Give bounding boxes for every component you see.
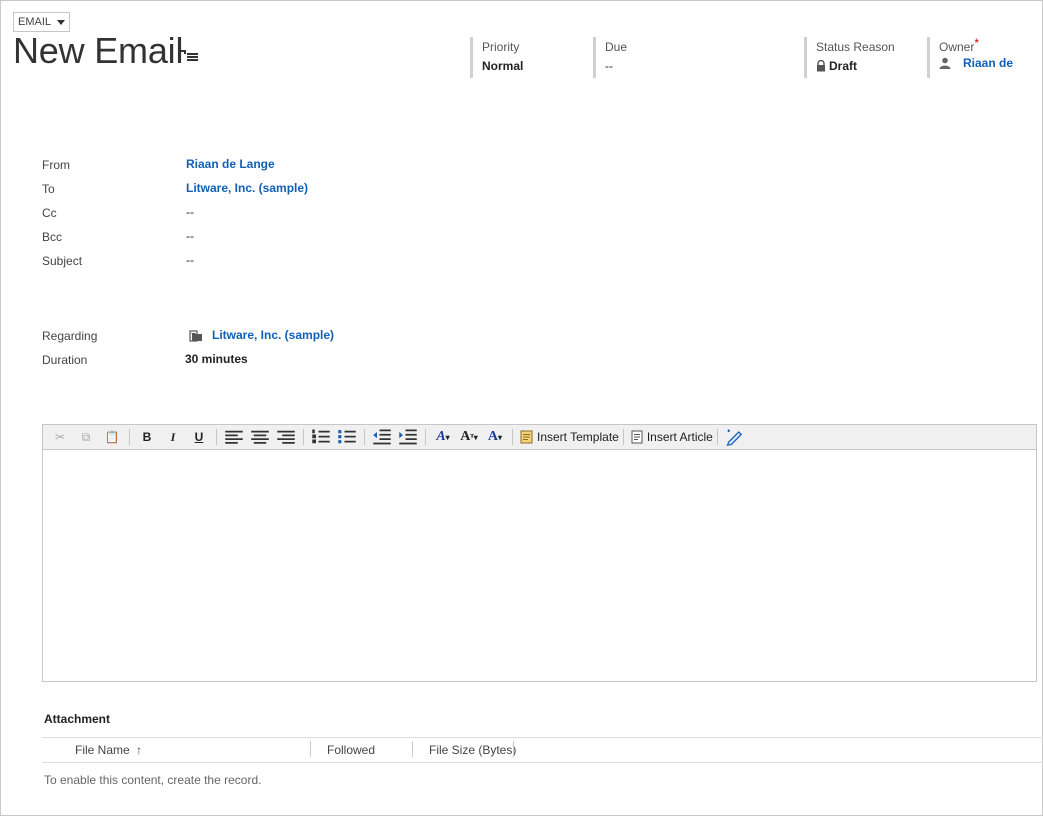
sort-ascending-icon: ↑ [136,743,143,757]
align-left-icon[interactable] [224,428,244,446]
priority-value: Normal [482,59,524,73]
status-reason-label: Status Reason [816,40,895,54]
priority-label: Priority [482,40,520,54]
article-icon [631,430,643,444]
insert-article-label: Insert Article [646,430,713,444]
italic-button[interactable]: I [163,428,183,446]
field-value-subject[interactable]: -- [186,253,194,267]
column-divider[interactable] [412,741,413,757]
owner-label-row: Owner* [939,36,1037,54]
page-title: New Email [13,30,184,71]
status-reason-value: Draft [829,59,858,73]
user-icon [939,57,951,69]
header-status-reason: Status Reason Draft [804,37,924,78]
copy-icon[interactable]: ⧉ [76,428,96,446]
field-value-from[interactable]: Riaan de Lange [186,157,275,171]
column-header-file-size[interactable]: File Size (Bytes) [429,743,516,757]
owner-label: Owner [939,40,975,54]
align-center-icon[interactable] [250,428,270,446]
editor-toolbar: ✂ ⧉ 📋 B I U A ▾ Aᵀ ▾ A ▾ Insert Template In… [43,425,1036,450]
status-reason-field: Draft [816,59,924,73]
field-value-bcc[interactable]: -- [186,229,194,243]
toolbar-divider [364,429,365,445]
toolbar-divider [216,429,217,445]
entity-selector-label: EMAIL [18,16,52,28]
owner-value[interactable]: Riaan de [963,56,1013,70]
field-label-cc: Cc [42,206,57,220]
font-color-icon[interactable]: A ▾ [433,428,453,446]
field-label-from: From [42,158,70,172]
attachment-grid-header: File Name ↑ Followed File Size (Bytes) [42,737,1043,763]
paste-icon[interactable]: 📋 [102,428,122,446]
bullet-list-icon[interactable] [337,428,357,446]
field-value-to[interactable]: Litware, Inc. (sample) [186,181,308,195]
form-menu-icon[interactable] [181,48,199,62]
column-label-file-name: File Name [75,743,130,757]
insert-template-label: Insert Template [537,430,619,444]
account-icon [189,330,202,342]
attachment-empty-message: To enable this content, create the recor… [44,773,262,787]
attachment-section-title: Attachment [44,712,111,726]
toolbar-divider [303,429,304,445]
entity-selector[interactable]: EMAIL [13,12,71,32]
column-header-file-name[interactable]: File Name ↑ [75,743,142,757]
field-label-duration: Duration [42,353,88,367]
font-size-icon[interactable]: Aᵀ ▾ [459,428,479,446]
toolbar-divider [716,429,718,445]
column-header-followed[interactable]: Followed [327,743,375,757]
toolbar-divider [512,429,513,445]
toolbar-divider [425,429,426,445]
align-right-icon[interactable] [276,428,296,446]
column-divider[interactable] [310,741,311,757]
lock-icon [817,60,825,72]
form-frame [0,0,1043,816]
owner-field[interactable]: Riaan de [939,56,1037,70]
numbered-list-icon[interactable] [311,428,331,446]
underline-button[interactable]: U [189,428,209,446]
due-label: Due [605,40,628,54]
toolbar-divider [622,429,624,445]
field-value-regarding[interactable]: Litware, Inc. (sample) [212,328,334,342]
field-label-subject: Subject [42,254,83,268]
email-body-editor[interactable]: ✂ ⧉ 📋 B I U A ▾ Aᵀ ▾ A ▾ Insert Template In… [42,424,1037,682]
insert-signature-icon[interactable] [725,428,745,446]
column-divider[interactable] [513,741,514,757]
field-label-to: To [42,182,55,196]
caret-down-icon [57,19,66,25]
cut-icon[interactable]: ✂ [50,428,70,446]
field-label-bcc: Bcc [42,230,63,244]
template-icon [520,430,533,444]
insert-article-button[interactable]: Insert Article [631,428,713,446]
insert-template-button[interactable]: Insert Template [520,428,619,446]
due-value: -- [605,59,613,73]
required-mark: * [974,36,980,50]
field-value-duration[interactable]: 30 minutes [185,352,248,366]
field-label-regarding: Regarding [42,329,98,343]
increase-indent-icon[interactable] [398,428,418,446]
decrease-indent-icon[interactable] [372,428,392,446]
header-owner[interactable]: Owner* Riaan de [927,36,1037,78]
font-family-icon[interactable]: A ▾ [485,428,505,446]
header-due[interactable]: Due -- [593,37,773,78]
field-value-cc[interactable]: -- [186,205,194,219]
bold-button[interactable]: B [137,428,157,446]
header-priority[interactable]: Priority Normal [470,37,590,78]
toolbar-divider [129,429,130,445]
